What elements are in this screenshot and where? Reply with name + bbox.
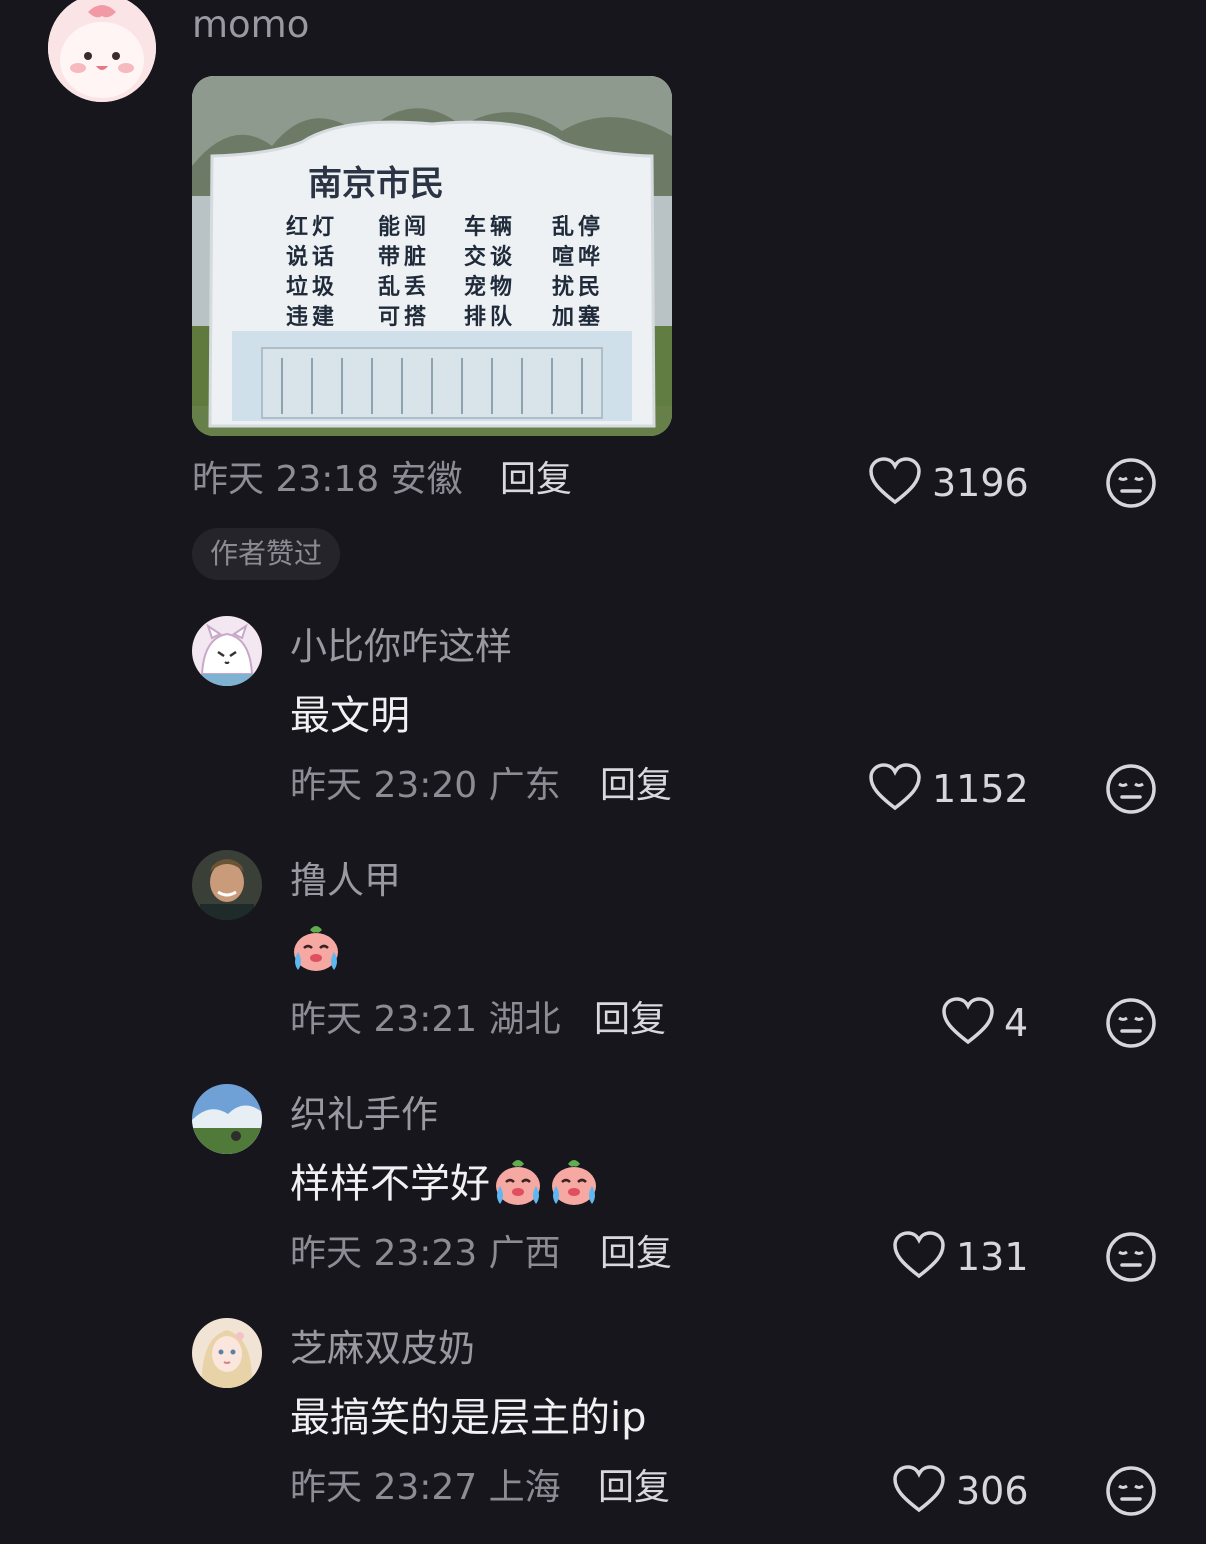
avatar[interactable] — [192, 1084, 262, 1154]
reply-meta: 昨天 23:23 广西 — [290, 1236, 561, 1272]
sign-cell: 加塞 — [552, 304, 605, 330]
dislike-button[interactable] — [1104, 996, 1158, 1054]
sign-cell: 交谈 — [464, 244, 517, 270]
avatar[interactable] — [192, 616, 262, 686]
sign-cell: 乱停 — [552, 214, 605, 240]
dislike-button[interactable] — [1104, 1230, 1158, 1288]
reply-username[interactable]: 撸人甲 — [290, 862, 401, 899]
reply-text-row: 样样不学好 — [290, 1156, 602, 1212]
reply-time: 昨天 23:20 — [290, 765, 478, 806]
sign-cell: 宠物 — [464, 274, 517, 300]
sign-cell: 喧哗 — [552, 244, 605, 270]
reply-location: 湖北 — [488, 999, 561, 1040]
like-button[interactable] — [868, 762, 922, 816]
comment-time: 昨天 23:18 — [192, 459, 380, 500]
reply-button[interactable]: 回复 — [600, 1236, 672, 1272]
reply-meta: 昨天 23:27 上海 — [290, 1470, 561, 1506]
sign-cell: 红灯 — [286, 214, 339, 240]
reply-text: 最搞笑的是层主的ip — [290, 1395, 647, 1441]
reply-button[interactable]: 回复 — [598, 1470, 670, 1506]
comment-username[interactable]: momo — [192, 6, 309, 43]
heart-outline-icon — [869, 457, 921, 505]
heart-outline-icon — [893, 1465, 945, 1513]
reply-location: 广西 — [488, 1233, 561, 1274]
heart-outline-icon — [942, 997, 994, 1045]
sign-cell: 可搭 — [378, 304, 431, 330]
meh-face-icon — [1106, 458, 1156, 508]
sign-cell: 乱丢 — [378, 274, 431, 300]
reply-button[interactable]: 回复 — [594, 1002, 666, 1038]
heart-outline-icon — [893, 1231, 945, 1279]
reply-meta: 昨天 23:21 湖北 — [290, 1002, 561, 1038]
meh-face-icon — [1106, 1466, 1156, 1516]
reply-time: 昨天 23:23 — [290, 1233, 478, 1274]
heart-outline-icon — [869, 763, 921, 811]
avatar[interactable] — [192, 1318, 262, 1388]
reply-location: 上海 — [488, 1467, 561, 1508]
crying-peach-emoji — [288, 922, 344, 978]
reply-time: 昨天 23:21 — [290, 999, 478, 1040]
like-button[interactable] — [868, 456, 922, 510]
reply-username[interactable]: 芝麻双皮奶 — [290, 1330, 475, 1367]
meh-face-icon — [1106, 998, 1156, 1048]
reply-username[interactable]: 小比你咋这样 — [290, 628, 512, 665]
sign-cell: 垃圾 — [286, 274, 339, 300]
like-count: 4 — [1004, 1001, 1029, 1045]
dislike-button[interactable] — [1104, 1464, 1158, 1522]
sign-cell: 排队 — [464, 304, 517, 330]
crying-peach-emoji — [490, 1156, 546, 1212]
reply-time: 昨天 23:27 — [290, 1467, 478, 1508]
like-count: 131 — [956, 1235, 1029, 1279]
comment-image[interactable]: 南京市民 红灯 能闯 车辆 乱停 说话 带脏 交谈 喧哗 垃圾 乱丢 宠物 扰民… — [192, 76, 672, 436]
sign-grid: 红灯 能闯 车辆 乱停 说话 带脏 交谈 喧哗 垃圾 乱丢 宠物 扰民 违建 可… — [286, 212, 632, 332]
comment-meta: 昨天 23:18 安徽 — [192, 462, 463, 498]
avatar[interactable] — [192, 850, 262, 920]
sign-cell: 说话 — [286, 244, 339, 270]
like-button[interactable] — [941, 996, 995, 1050]
sign-cell: 违建 — [286, 304, 339, 330]
author-liked-badge: 作者赞过 — [192, 528, 341, 580]
meh-face-icon — [1106, 764, 1156, 814]
reply-text: 样样不学好 — [290, 1161, 490, 1207]
dislike-button[interactable] — [1104, 762, 1158, 820]
like-count: 1152 — [932, 767, 1029, 811]
reply-meta: 昨天 23:20 广东 — [290, 768, 561, 804]
reply-button[interactable]: 回复 — [600, 768, 672, 804]
dislike-button[interactable] — [1104, 456, 1158, 514]
sign-cell: 车辆 — [464, 214, 517, 240]
sign-cell: 扰民 — [552, 274, 605, 300]
like-button[interactable] — [892, 1230, 946, 1284]
reply-button[interactable]: 回复 — [500, 462, 572, 498]
reply-username[interactable]: 织礼手作 — [290, 1096, 438, 1133]
meh-face-icon — [1106, 1232, 1156, 1282]
sign-title: 南京市民 — [308, 164, 444, 204]
reply-text: 最文明 — [290, 693, 410, 739]
like-button[interactable] — [892, 1464, 946, 1518]
avatar-momo[interactable] — [48, 0, 156, 102]
like-count: 306 — [956, 1469, 1029, 1513]
reply-location: 广东 — [488, 765, 561, 806]
like-count: 3196 — [932, 461, 1029, 505]
sign-cell: 带脏 — [378, 244, 431, 270]
crying-peach-emoji — [546, 1156, 602, 1212]
sign-cell: 能闯 — [378, 214, 431, 240]
comment-location: 安徽 — [390, 459, 463, 500]
